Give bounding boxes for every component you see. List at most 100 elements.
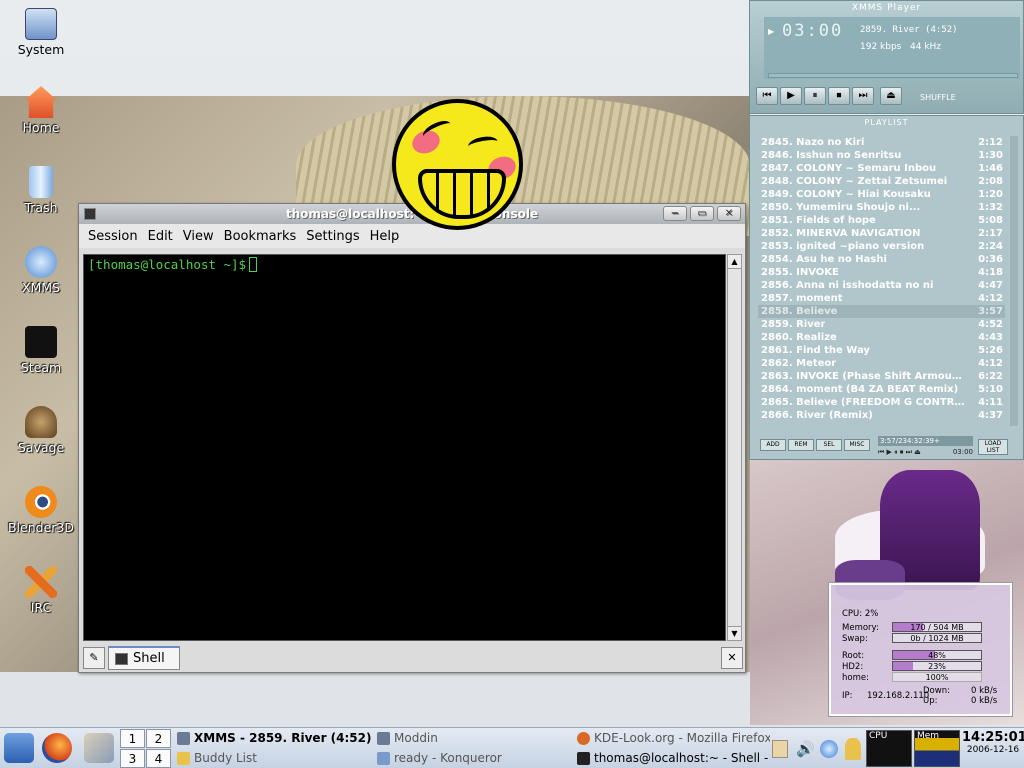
- playlist-list-button[interactable]: LOAD LIST: [978, 439, 1008, 455]
- close-button[interactable]: ✕: [717, 206, 741, 221]
- playlist-item[interactable]: 2863. INVOKE (Phase Shift Armourde ver..…: [758, 370, 1005, 383]
- playlist-item[interactable]: 2847. COLONY ~ Semaru Inbou 1:46: [758, 162, 1005, 175]
- playlist-item[interactable]: 2850. Yumemiru Shoujo ni... 1:32: [758, 201, 1005, 214]
- playlist-item[interactable]: 2851. Fields of hope 5:08: [758, 214, 1005, 227]
- task-moddin[interactable]: Moddin: [374, 729, 572, 748]
- mem-graph[interactable]: Mem: [914, 730, 960, 767]
- desktop-icon-xmms[interactable]: XMMS: [0, 246, 82, 295]
- volume-icon[interactable]: 🔊: [796, 740, 815, 758]
- clock[interactable]: 14:25:01 2006-12-16: [962, 730, 1024, 755]
- playlist-item-length: 4:12: [978, 293, 1003, 304]
- menu-view[interactable]: View: [178, 229, 219, 244]
- task-xmms[interactable]: XMMS - 2859. River (4:52): [174, 729, 372, 748]
- xmms-time[interactable]: 03:00: [782, 21, 843, 41]
- previous-button[interactable]: ⏮: [756, 87, 778, 105]
- task-buddy-list[interactable]: Buddy List: [174, 749, 372, 768]
- tab-shell[interactable]: Shell: [108, 646, 180, 670]
- close-session-button[interactable]: ✕: [721, 647, 743, 669]
- playlist-item[interactable]: 2858. Believe 3:57: [758, 305, 1005, 318]
- playlist-add-button[interactable]: ADD: [760, 439, 786, 451]
- firefox-icon[interactable]: [42, 733, 72, 763]
- scroll-down-icon[interactable]: ▼: [728, 626, 741, 640]
- khz-value: 44: [909, 42, 922, 52]
- task-firefox[interactable]: KDE-Look.org - Mozilla Firefox: [574, 729, 770, 748]
- playlist-misc-button[interactable]: MISC: [844, 439, 870, 451]
- new-session-button[interactable]: ✎: [83, 647, 105, 669]
- xmms-bitrate: 192 kbps 44 kHz: [860, 42, 941, 52]
- playlist-item-title: 2860. Realize: [761, 332, 837, 343]
- terminal-screen[interactable]: [thomas@localhost ~]$: [83, 254, 726, 641]
- konsole-icon[interactable]: [84, 208, 96, 220]
- playlist-item[interactable]: 2855. INVOKE 4:18: [758, 266, 1005, 279]
- playlist-item[interactable]: 2862. Meteor 4:12: [758, 357, 1005, 370]
- play-button[interactable]: ▶: [780, 87, 802, 105]
- playlist-titlebar[interactable]: PLAYLIST: [750, 116, 1023, 129]
- playlist-item[interactable]: 2856. Anna ni isshodatta no ni 4:47: [758, 279, 1005, 292]
- pager-desktop-1[interactable]: 1: [120, 729, 145, 748]
- playlist-item-title: 2862. Meteor: [761, 358, 837, 369]
- playlist-item[interactable]: 2866. River (Remix) 4:37: [758, 409, 1005, 422]
- playlist-select-button[interactable]: SEL: [816, 439, 842, 451]
- menu-bookmarks[interactable]: Bookmarks: [219, 229, 302, 244]
- xmms-player-window[interactable]: XMMS Player ▶ 03:00 2859. River (4:52) 1…: [749, 0, 1024, 114]
- desktop-icon-irc[interactable]: IRC: [0, 566, 82, 615]
- playlist-item[interactable]: 2845. Nazo no Kiri 2:12: [758, 136, 1005, 149]
- playlist-item-title: 2850. Yumemiru Shoujo ni...: [761, 202, 921, 213]
- desktop-icon-label: Blender3D: [7, 520, 74, 535]
- next-button[interactable]: ⏭: [852, 87, 874, 105]
- maximize-button[interactable]: ▭: [690, 206, 714, 221]
- playlist-item[interactable]: 2861. Find the Way 5:26: [758, 344, 1005, 357]
- desktop-icon-home[interactable]: Home: [0, 86, 82, 135]
- cpu-graph[interactable]: CPU: [866, 730, 912, 767]
- menu-help[interactable]: Help: [365, 229, 405, 244]
- pager-desktop-4[interactable]: 4: [146, 749, 171, 768]
- menu-edit[interactable]: Edit: [143, 229, 178, 244]
- playlist-item[interactable]: 2852. MINERVA NAVIGATION 2:17: [758, 227, 1005, 240]
- konqueror-icon[interactable]: [84, 733, 114, 763]
- playlist-item-length: 4:37: [978, 410, 1003, 421]
- eject-button[interactable]: ⏏: [880, 87, 902, 105]
- playlist-item[interactable]: 2846. Isshun no Senritsu 1:30: [758, 149, 1005, 162]
- desktop-icon-savage[interactable]: Savage: [0, 406, 82, 455]
- down-value: 0 kB/s: [971, 686, 998, 696]
- desktop-icon-trash[interactable]: Trash: [0, 166, 82, 215]
- desktop-icon-blender3d[interactable]: Blender3D: [0, 486, 82, 535]
- terminal-scrollbar[interactable]: ▲ ▼: [727, 254, 742, 641]
- klipper-icon[interactable]: [772, 740, 788, 758]
- playlist-scrollbar[interactable]: [1010, 136, 1018, 426]
- menu-session[interactable]: Session: [83, 229, 143, 244]
- desktop-icon-system[interactable]: System: [0, 8, 82, 57]
- xmms-titlebar[interactable]: XMMS Player: [750, 1, 1023, 15]
- task-konsole[interactable]: thomas@localhost:~ - Shell - Konsole: [574, 749, 770, 768]
- playlist-item[interactable]: 2848. COLONY ~ Zettai Zetsumei 2:08: [758, 175, 1005, 188]
- playlist-remove-button[interactable]: REM: [788, 439, 814, 451]
- seek-bar[interactable]: [768, 73, 1018, 78]
- playlist-info: 3:57/234:32:39+: [878, 436, 973, 446]
- shuffle-toggle[interactable]: SHUFFLE: [920, 93, 956, 102]
- playlist-item[interactable]: 2849. COLONY ~ Hiai Kousaku 1:20: [758, 188, 1005, 201]
- playlist-item-length: 1:46: [978, 163, 1003, 174]
- xmms-task-icon: [177, 732, 190, 745]
- playlist-item[interactable]: 2859. River 4:52: [758, 318, 1005, 331]
- pager-desktop-3[interactable]: 3: [120, 749, 145, 768]
- xmms-playlist-window[interactable]: PLAYLIST 2845. Nazo no Kiri 2:12 2846. Iss…: [749, 115, 1024, 460]
- stop-button[interactable]: ⏹: [828, 87, 850, 105]
- playlist-item[interactable]: 2860. Realize 4:43: [758, 331, 1005, 344]
- network-icon[interactable]: [820, 740, 838, 758]
- blender-icon: [25, 486, 57, 518]
- playlist-item[interactable]: 2854. Asu he no Hashi 0:36: [758, 253, 1005, 266]
- task-konqueror[interactable]: ready - Konqueror: [374, 749, 572, 768]
- playlist-item[interactable]: 2864. moment (B4 ZA BEAT Remix) 5:10: [758, 383, 1005, 396]
- minimize-button[interactable]: −: [663, 206, 687, 221]
- pager-desktop-2[interactable]: 2: [146, 729, 171, 748]
- kde-menu-icon[interactable]: [4, 733, 34, 763]
- playlist-item[interactable]: 2853. ignited ~piano version 2:24: [758, 240, 1005, 253]
- konsole-window[interactable]: thomas@localhost:~ - Shell - Konsole − ▭…: [78, 203, 746, 673]
- scroll-up-icon[interactable]: ▲: [728, 255, 741, 269]
- playlist-item[interactable]: 2865. Believe (FREEDOM G CONTROL ... 4:11: [758, 396, 1005, 409]
- desktop-icon-steam[interactable]: Steam: [0, 326, 82, 375]
- pause-button[interactable]: ⏸: [804, 87, 826, 105]
- gaim-tray-icon[interactable]: [845, 738, 861, 760]
- menu-settings[interactable]: Settings: [301, 229, 364, 244]
- playlist-item[interactable]: 2857. moment 4:12: [758, 292, 1005, 305]
